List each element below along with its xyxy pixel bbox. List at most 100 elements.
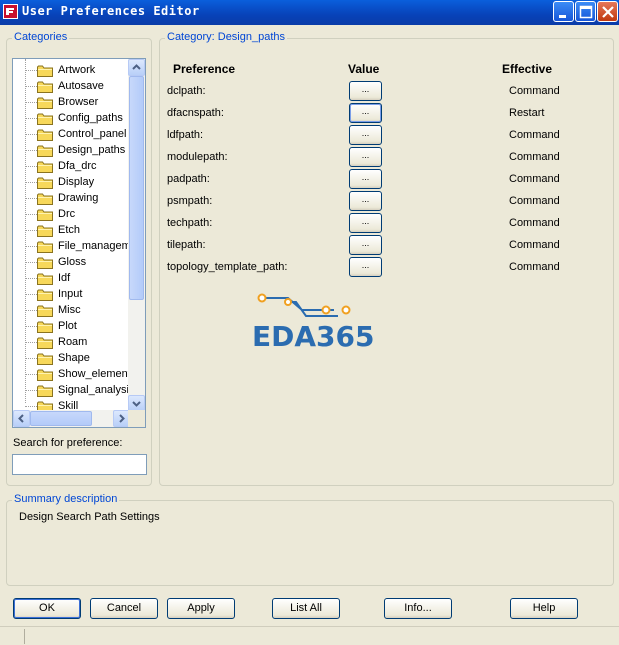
value-button-modulepath[interactable]: ... [349,147,382,167]
folder-icon [37,129,53,141]
cancel-button[interactable]: Cancel [90,598,158,619]
tree-connector [25,150,37,151]
tree-item-config_paths[interactable]: Config_paths [13,111,126,127]
tree-item-label: Show_elements [58,368,137,380]
tree-connector [25,102,37,103]
info-button[interactable]: Info... [384,598,452,619]
folder-icon [37,65,53,77]
preference-column-header: Preference [173,62,236,76]
help-button[interactable]: Help [510,598,578,619]
minimize-button[interactable] [553,1,574,22]
eda365-watermark: EDA365 [250,292,375,353]
preference-name-dfacnspath: dfacnspath: [167,107,224,119]
tree-connector [25,326,37,327]
value-button-ldfpath[interactable]: ... [349,125,382,145]
tree-item-label: Etch [58,224,81,236]
scroll-up-button[interactable] [128,59,145,76]
tree-horizontal-thumb[interactable] [30,411,92,426]
list-all-button[interactable]: List All [272,598,340,619]
value-button-topology_template_path[interactable]: ... [349,257,382,277]
preference-name-modulepath: modulepath: [167,151,228,163]
folder-icon [37,289,53,301]
preference-name-techpath: techpath: [167,217,213,229]
folder-icon [37,225,53,237]
maximize-icon [579,5,593,19]
tree-item-label: Drawing [58,192,99,204]
folder-icon [37,97,53,109]
circuit-trace-icon [257,293,351,317]
tree-item-etch[interactable]: Etch [13,223,126,239]
scroll-right-icon [119,414,125,423]
minimize-icon [559,15,566,18]
folder-icon [37,273,53,285]
folder-icon [37,385,53,397]
effective-value-dfacnspath: Restart [509,107,545,119]
folder-icon [37,369,53,381]
effective-column-header: Effective [502,62,553,76]
app-icon [3,4,18,19]
apply-button[interactable]: Apply [167,598,235,619]
tree-item-label: Roam [58,336,88,348]
tree-horizontal-scrollbar[interactable] [13,410,130,427]
tree-vertical-thumb[interactable] [129,76,144,300]
tree-item-drawing[interactable]: Drawing [13,191,126,207]
scroll-left-button[interactable] [13,410,30,427]
tree-item-dfa_drc[interactable]: Dfa_drc [13,159,126,175]
tree-item-display[interactable]: Display [13,175,126,191]
tree-connector [25,86,37,87]
tree-item-drc[interactable]: Drc [13,207,126,223]
folder-icon [37,257,53,269]
value-button-dfacnspath[interactable]: ... [349,103,382,123]
tree-item-signal_analysis[interactable]: Signal_analysis [13,383,134,399]
folder-icon [37,321,53,333]
tree-connector [25,70,37,71]
value-button-padpath[interactable]: ... [349,169,382,189]
folder-icon [37,209,53,221]
tree-item-label: Design_paths [58,144,126,156]
tree-item-design_paths[interactable]: Design_paths [13,143,126,159]
ok-button[interactable]: OK [13,598,81,619]
tree-item-label: Misc [58,304,81,316]
categories-tree[interactable]: Artwork Autosave Browser Config_paths Contro… [12,58,146,428]
tree-item-misc[interactable]: Misc [13,303,126,319]
tree-item-show_elements[interactable]: Show_elements [13,367,136,383]
tree-item-idf[interactable]: Idf [13,271,126,287]
folder-icon [37,353,53,365]
title-bar[interactable]: User Preferences Editor [0,0,619,25]
window-title: User Preferences Editor [22,4,200,18]
tree-item-input[interactable]: Input [13,287,126,303]
folder-icon [37,81,53,93]
effective-value-ldfpath: Command [509,129,560,141]
preference-name-psmpath: psmpath: [167,195,213,207]
tree-item-label: Shape [58,352,90,364]
effective-value-modulepath: Command [509,151,560,163]
tree-item-label: Browser [58,96,99,108]
value-button-techpath[interactable]: ... [349,213,382,233]
tree-connector [25,214,37,215]
tree-item-plot[interactable]: Plot [13,319,126,335]
tree-connector [25,262,37,263]
tree-item-autosave[interactable]: Autosave [13,79,126,95]
tree-item-gloss[interactable]: Gloss [13,255,126,271]
search-input[interactable] [12,454,147,475]
tree-item-artwork[interactable]: Artwork [13,63,126,79]
tree-item-shape[interactable]: Shape [13,351,126,367]
folder-icon [37,337,53,349]
tree-item-browser[interactable]: Browser [13,95,126,111]
folder-icon [37,113,53,125]
value-button-dclpath[interactable]: ... [349,81,382,101]
categories-legend: Categories [12,31,70,43]
folder-icon [37,241,53,253]
tree-vertical-scrollbar[interactable] [128,59,145,412]
value-button-psmpath[interactable]: ... [349,191,382,211]
tree-item-label: Plot [58,320,77,332]
tree-item-roam[interactable]: Roam [13,335,126,351]
preference-name-padpath: padpath: [167,173,210,185]
folder-icon [37,305,53,317]
tree-connector [25,278,37,279]
close-button[interactable] [597,1,618,22]
value-button-tilepath[interactable]: ... [349,235,382,255]
maximize-button[interactable] [575,1,596,22]
tree-item-control_panel[interactable]: Control_panel [13,127,127,143]
tree-item-file_management[interactable]: File_management [13,239,145,255]
